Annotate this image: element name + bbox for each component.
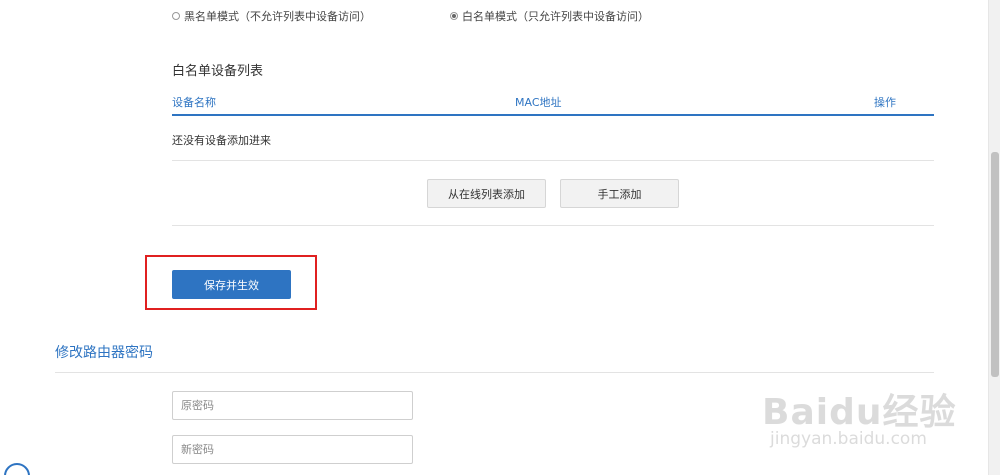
- add-from-online-button[interactable]: 从在线列表添加: [427, 179, 546, 208]
- empty-list-message: 还没有设备添加进来: [172, 134, 271, 147]
- whitelist-mode-label: 白名单模式（只允许列表中设备访问）: [462, 10, 649, 23]
- vertical-scrollbar[interactable]: [988, 0, 1000, 475]
- column-operation: 操作: [874, 96, 896, 109]
- baidu-watermark: Baidu经验 jingyan.baidu.com: [762, 365, 992, 465]
- divider: [55, 372, 934, 373]
- blacklist-mode-label: 黑名单模式（不允许列表中设备访问）: [184, 10, 371, 23]
- device-table-header: 设备名称 MAC地址 操作: [172, 92, 934, 116]
- column-device-name: 设备名称: [172, 96, 216, 109]
- whitelist-mode-radio[interactable]: 白名单模式（只允许列表中设备访问）: [450, 8, 649, 24]
- change-password-title: 修改路由器密码: [55, 345, 153, 361]
- scrollbar-thumb[interactable]: [991, 152, 999, 377]
- divider: [172, 225, 934, 226]
- blacklist-mode-radio[interactable]: 黑名单模式（不允许列表中设备访问）: [172, 8, 371, 24]
- watermark-url: jingyan.baidu.com: [770, 429, 927, 449]
- save-and-apply-button[interactable]: 保存并生效: [172, 270, 291, 299]
- column-mac-address: MAC地址: [515, 96, 562, 109]
- watermark-logo-text: Baidu经验: [762, 392, 957, 433]
- radio-unchecked-icon: [172, 12, 180, 20]
- whitelist-section-title: 白名单设备列表: [172, 64, 264, 79]
- radio-checked-icon: [450, 12, 458, 20]
- new-password-input[interactable]: [172, 435, 413, 464]
- help-icon[interactable]: [4, 463, 30, 475]
- old-password-input[interactable]: [172, 391, 413, 420]
- divider: [172, 160, 934, 161]
- add-manually-button[interactable]: 手工添加: [560, 179, 679, 208]
